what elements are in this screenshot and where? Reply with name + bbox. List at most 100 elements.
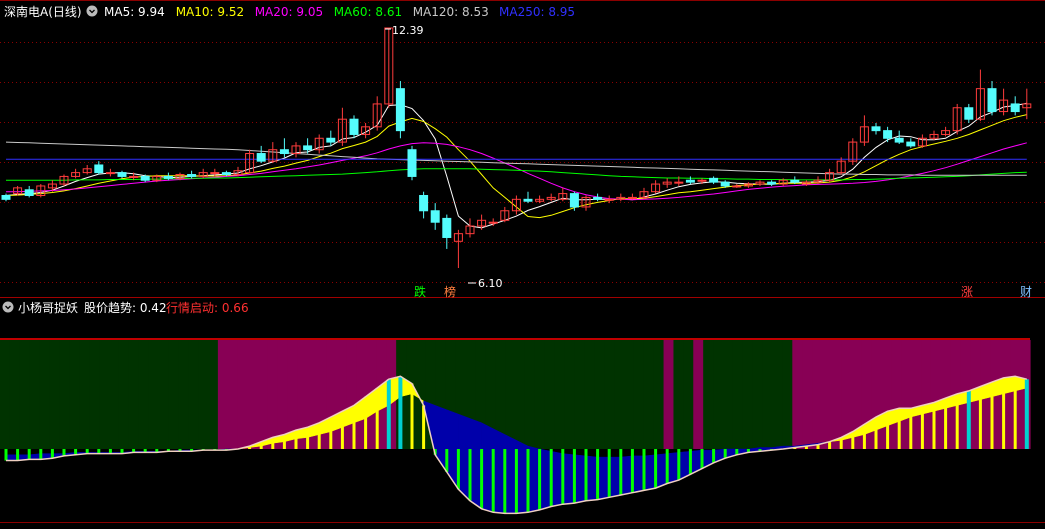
indicator-zone [831,340,843,449]
candle [395,81,405,139]
indicator-zone [79,340,90,449]
candle-body [94,164,104,174]
candle-body [117,172,127,177]
candle-body [407,149,417,177]
indicator-zone [812,340,823,449]
candle-body [395,88,405,132]
indicator-zone [39,340,51,449]
candle-body [987,88,997,113]
candle-body [419,195,429,212]
collapse-circle-icon[interactable] [2,301,14,313]
candle-body [871,126,881,132]
indicator-zone [693,340,704,449]
indicator-zone [534,340,546,449]
indicator-zone [911,340,922,449]
candle [407,145,417,181]
candle-body [894,137,904,143]
indicator-zone [158,340,169,449]
tag-rank[interactable]: 榜 [444,284,456,299]
indicator-zone [99,340,110,449]
indicator-zone [703,340,714,449]
indicator-zone [673,340,684,449]
candle-body [627,196,637,199]
trend-fill-segment [620,455,633,496]
ma-legend-item: MA20: 9.05 [255,5,323,19]
trend-fill-segment [562,453,575,505]
indicator-zone [9,340,21,449]
indicator-zone [49,340,61,449]
indicator-zone [762,340,774,449]
candle-body [732,185,742,188]
indicator-zone [515,340,526,449]
indicator-zone [108,340,120,449]
trend-fill-segment [666,452,680,484]
indicator-zone [267,340,278,449]
indicator-zone [752,340,764,449]
candle-body [709,177,719,183]
indicator-zone [29,340,41,449]
trend-fill-segment [643,454,656,491]
chart-canvas[interactable]: 12.39 6.10 跌 榜 涨 财 深南电A(日线) MA5: 9.94 MA1… [0,0,1045,525]
tag-finance[interactable]: 财 [1020,285,1032,299]
ma-legend-item: MA10: 9.52 [176,5,244,19]
candle-body [767,181,777,185]
trend-fill-segment [597,456,610,500]
indicator-zone [128,340,140,449]
trend-fill-segment [481,422,494,513]
indicator-zone [257,340,269,449]
indicator-zone [277,340,288,449]
candle-body [256,153,266,162]
indicator-zone [623,340,635,449]
indicator-title: 小杨哥捉妖 [18,300,78,315]
indicator-zone [792,340,803,449]
candle-body [906,141,916,147]
ma-legend-item: MA250: 8.95 [499,5,575,19]
indicator-zone [505,340,516,449]
indicator-zone [247,340,259,449]
indicator-zone [643,340,655,449]
trend-fill-segment [504,434,517,514]
indicator-zone [653,340,665,449]
indicator-zone [713,340,724,449]
indicator-zone [148,340,160,449]
candle-body [720,181,730,187]
candle-body [964,107,974,120]
candle-body [24,189,34,197]
indicator-zone [346,340,358,449]
indicator-zone [138,340,150,449]
candle-body [1,195,11,200]
candle-body [697,179,707,182]
ma-legend-item: MA60: 8.61 [334,5,402,19]
candle-body [1010,103,1020,113]
indicator-trend-value: 股价趋势: 0.42 [84,301,167,315]
candle-body [442,217,452,238]
collapse-circle-icon[interactable] [86,5,98,17]
tag-drop[interactable]: 跌 [414,284,426,299]
indicator-zone [207,340,219,449]
indicator-zone [772,340,784,449]
trend-fill-segment [28,453,42,460]
chart-title: 深南电A(日线) [4,4,82,19]
candle-body [523,198,533,202]
indicator-zone [732,340,744,449]
indicator-zone [0,340,11,449]
high-label: 12.39 [392,24,424,37]
indicator-zone [59,340,70,449]
indicator-zone [584,340,595,449]
indicator-zone [663,340,675,449]
low-label: 6.10 [478,277,503,290]
indicator-zone [594,340,605,449]
candle-body [674,181,684,184]
candle-body [279,149,289,155]
candle [349,115,359,139]
candle-body [105,172,115,175]
indicator-zone [782,340,793,449]
candle-body [593,196,603,200]
kline-window: 12.39 6.10 跌 榜 涨 财 深南电A(日线) MA5: 9.94 MA1… [0,0,1045,525]
indicator-zone [544,340,556,449]
indicator-zone [227,340,239,449]
tag-rise[interactable]: 涨 [961,284,973,299]
indicator-zone [822,340,833,449]
indicator-zone [217,340,229,449]
indicator-zone [722,340,734,449]
